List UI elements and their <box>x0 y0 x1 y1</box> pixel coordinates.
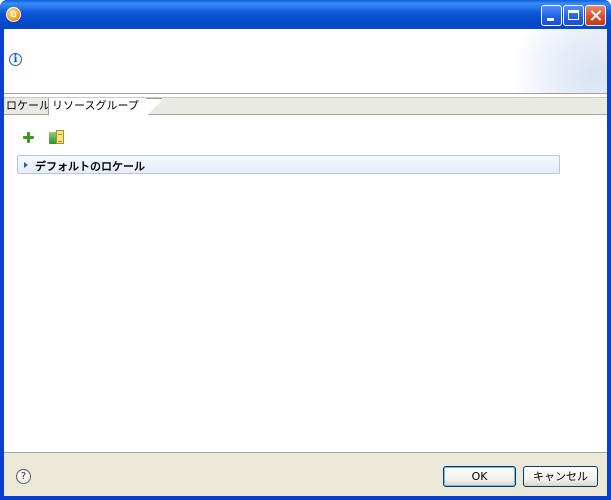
expand-triangle-icon[interactable] <box>24 162 28 168</box>
info-icon: i <box>9 53 22 66</box>
tab-resource-group[interactable]: リソースグループ <box>48 98 162 117</box>
cancel-button[interactable]: キャンセル <box>523 466 598 487</box>
help-icon[interactable]: ? <box>16 469 31 484</box>
title-bar[interactable] <box>0 0 611 29</box>
close-button[interactable] <box>585 5 606 26</box>
header-decoration <box>497 29 607 93</box>
tab-content: デフォルトのロケール <box>4 115 607 452</box>
plus-icon[interactable] <box>23 132 34 143</box>
header-separator <box>4 93 607 95</box>
resource-bundle-icon[interactable] <box>49 130 65 145</box>
app-icon <box>6 7 21 22</box>
dialog-header: i <box>4 29 607 93</box>
default-locale-section[interactable]: デフォルトのロケール <box>17 155 560 174</box>
tab-locale[interactable]: ロケール <box>4 98 50 115</box>
minimize-button[interactable] <box>541 5 562 26</box>
section-title: デフォルトのロケール <box>35 160 145 173</box>
dialog-client-area: i ロケール リソースグループ デフォルトのロケール ? OK キャンセル <box>4 29 607 496</box>
maximize-button[interactable] <box>563 5 584 26</box>
bundle-page-part <box>56 130 64 144</box>
ok-button[interactable]: OK <box>443 466 516 487</box>
tab-strip: ロケール リソースグループ <box>4 97 607 117</box>
button-bar: ? OK キャンセル <box>4 452 607 496</box>
dialog-window: i ロケール リソースグループ デフォルトのロケール ? OK キャンセル <box>0 0 611 500</box>
